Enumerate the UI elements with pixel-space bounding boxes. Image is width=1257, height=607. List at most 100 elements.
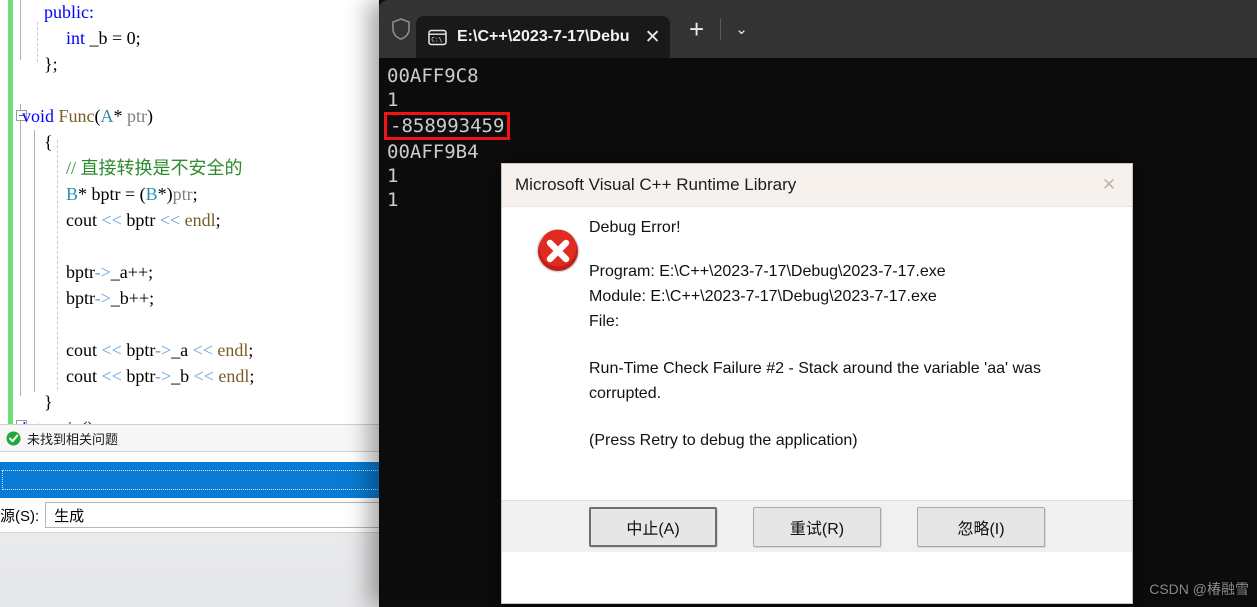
code-line: bptr->_a++; xyxy=(66,259,153,285)
code-line: B* bptr = (B*)ptr; xyxy=(66,181,198,207)
code-token: << xyxy=(193,366,214,386)
outline-bracket xyxy=(20,104,21,396)
console-icon: C:\ xyxy=(428,28,447,47)
retry-button[interactable]: 重试(R) xyxy=(753,506,881,547)
code-token: B xyxy=(145,184,158,204)
close-icon[interactable]: ✕ xyxy=(1086,164,1132,207)
code-token: ) xyxy=(147,106,154,126)
terminal-output-line-highlighted: -858993459 xyxy=(384,112,1257,140)
code-token: } xyxy=(44,392,53,412)
dialog-button-row: 中止(A) 重试(R) 忽略(I) xyxy=(502,500,1132,552)
code-token: ; xyxy=(215,210,221,230)
dialog-title-bar: Microsoft Visual C++ Runtime Library ✕ xyxy=(502,164,1132,207)
dialog-failure-message: Run-Time Check Failure #2 - Stack around… xyxy=(589,360,1041,402)
code-line: cout << bptr->_b << endl; xyxy=(66,363,254,389)
code-token: ; xyxy=(248,340,254,360)
code-line: } xyxy=(44,389,53,415)
error-list-selected-row[interactable] xyxy=(0,462,390,498)
indent-guide xyxy=(37,22,38,62)
code-token: << xyxy=(101,340,122,360)
code-token: ptr xyxy=(127,106,148,126)
outline-bracket xyxy=(20,0,21,60)
dialog-program-info: Program: E:\C++\2023-7-17\Debug\2023-7-1… xyxy=(589,259,1087,334)
focus-rectangle xyxy=(2,470,388,490)
code-token: ; xyxy=(249,366,255,386)
code-token: 0 xyxy=(126,28,136,48)
code-line: cout << bptr << endl; xyxy=(66,207,221,233)
code-token: ; xyxy=(135,28,141,48)
code-line: cout << bptr->_a << endl; xyxy=(66,337,253,363)
dialog-hint-message: (Press Retry to debug the application) xyxy=(589,432,858,449)
code-token: _a++; xyxy=(110,262,154,282)
check-circle-icon xyxy=(6,431,21,446)
screenshot-root: public: int _b = 0;}; void Func(A* ptr) { //… xyxy=(0,0,1257,607)
output-source-row: 源(S): 生成 xyxy=(0,498,390,532)
dialog-file-line: File: xyxy=(589,313,620,330)
close-icon[interactable]: ✕ xyxy=(642,28,664,47)
code-editor-surface[interactable]: public: int _b = 0;}; void Func(A* ptr) { //… xyxy=(0,0,390,424)
output-source-label: 源(S): xyxy=(0,507,40,525)
code-token: { xyxy=(44,132,53,152)
outline-bracket xyxy=(34,130,35,392)
code-token: bptr xyxy=(121,340,155,360)
code-token: *) xyxy=(157,184,173,204)
dialog-program-line: Program: E:\C++\2023-7-17\Debug\2023-7-1… xyxy=(589,263,946,280)
code-token: _b++; xyxy=(110,288,155,308)
terminal-output-line: 1 xyxy=(387,89,399,111)
code-token: * xyxy=(113,106,128,126)
error-icon xyxy=(535,228,581,274)
indent-guide xyxy=(57,140,58,390)
code-token: << xyxy=(159,210,181,230)
visual-studio-window: public: int _b = 0;}; void Func(A* ptr) { //… xyxy=(0,0,390,607)
code-token: int xyxy=(66,28,86,48)
code-line: int main() xyxy=(22,415,94,424)
code-token: << xyxy=(192,340,213,360)
code-token: bptr xyxy=(66,262,95,282)
code-token: bptr xyxy=(66,288,95,308)
dialog-module-line: Module: E:\C++\2023-7-17\Debug\2023-7-17… xyxy=(589,288,937,305)
code-token: * bptr = ( xyxy=(78,184,146,204)
code-token: _b xyxy=(171,366,194,386)
new-tab-button[interactable]: + xyxy=(684,16,710,42)
code-token: -> xyxy=(94,262,111,282)
code-token: Func xyxy=(54,106,95,126)
output-pane-blank xyxy=(0,532,390,607)
output-source-dropdown[interactable]: 生成 xyxy=(45,502,388,528)
error-list-status-bar: 未找到相关问题 xyxy=(0,424,390,452)
code-token: endl xyxy=(180,210,216,230)
abort-button[interactable]: 中止(A) xyxy=(589,506,717,547)
runtime-error-dialog: Microsoft Visual C++ Runtime Library ✕ D… xyxy=(501,163,1133,604)
code-token: ptr xyxy=(172,184,193,204)
shield-icon xyxy=(390,17,412,41)
code-token: public: xyxy=(44,2,94,22)
code-line: { xyxy=(44,129,53,155)
code-token: void xyxy=(22,106,55,126)
dialog-body: Debug Error! Program: E:\C++\2023-7-17\D… xyxy=(502,207,1132,552)
svg-text:C:\: C:\ xyxy=(431,36,442,43)
code-line: public: xyxy=(44,0,94,25)
code-line: }; xyxy=(44,51,58,77)
code-token: }; xyxy=(44,54,58,74)
code-line: // 直接转换是不安全的 xyxy=(66,155,243,181)
code-token: _a xyxy=(171,340,193,360)
terminal-title-bar: C:\ E:\C++\2023-7-17\Debu ✕ + ⌄ xyxy=(379,0,1257,58)
chevron-down-icon[interactable]: ⌄ xyxy=(731,20,753,38)
terminal-tab[interactable]: C:\ E:\C++\2023-7-17\Debu ✕ xyxy=(416,16,670,58)
code-line: void Func(A* ptr) xyxy=(22,103,153,129)
toolbar-divider xyxy=(719,18,721,40)
code-token: << xyxy=(101,210,122,230)
code-token: cout xyxy=(66,210,102,230)
code-token: -> xyxy=(154,366,172,386)
watermark: CSDN @椿融雪 xyxy=(1149,581,1249,597)
code-token: endl xyxy=(212,340,249,360)
code-token: cout xyxy=(66,366,102,386)
code-token: -> xyxy=(154,340,172,360)
code-token: bptr xyxy=(121,210,160,230)
error-list-blank-area xyxy=(0,452,390,462)
ignore-button[interactable]: 忽略(I) xyxy=(917,506,1045,547)
code-token: _b = xyxy=(85,28,127,48)
terminal-output-line: 00AFF9B4 xyxy=(387,141,479,163)
dialog-message-block: Debug Error! Program: E:\C++\2023-7-17\D… xyxy=(589,219,1112,453)
dialog-heading: Debug Error! xyxy=(589,219,681,236)
terminal-output-line: 00AFF9C8 xyxy=(387,65,479,87)
